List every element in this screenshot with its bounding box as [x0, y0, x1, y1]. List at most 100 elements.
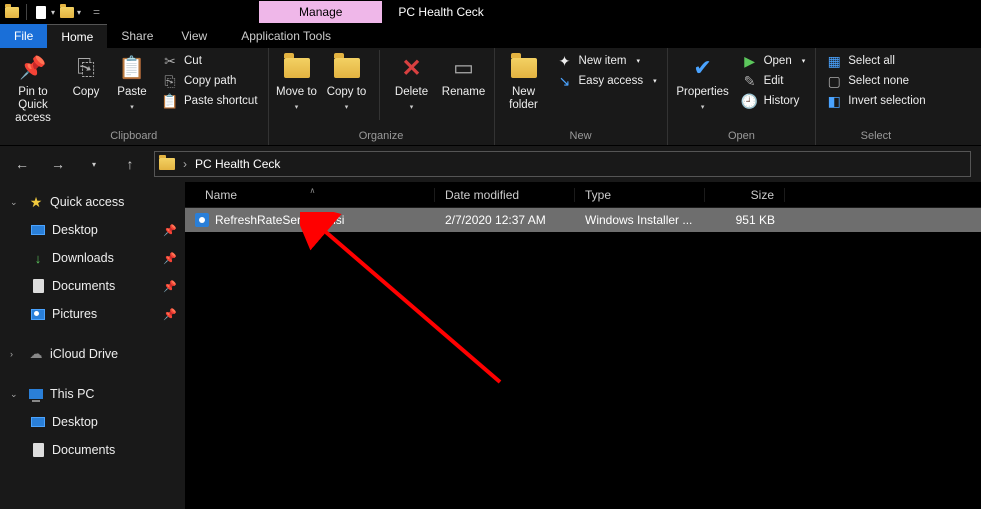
rename-icon: ▭	[450, 54, 478, 82]
pin-icon: 📌	[163, 308, 177, 321]
copy-path-button[interactable]: ⎘Copy path	[158, 72, 262, 90]
invert-selection-button[interactable]: ◧Invert selection	[822, 92, 929, 110]
new-item-icon: ✦	[557, 53, 573, 69]
column-header-date[interactable]: Date modified	[435, 188, 575, 202]
invert-selection-icon: ◧	[826, 93, 842, 109]
file-date: 2/7/2020 12:37 AM	[435, 213, 575, 227]
ribbon-group-select: ▦Select all ▢Select none ◧Invert selecti…	[816, 48, 935, 145]
documents-icon	[30, 442, 46, 458]
copy-icon: ⎘	[72, 54, 100, 82]
sidebar-quick-access[interactable]: ⌄ ★ Quick access	[0, 188, 185, 216]
paste-shortcut-button[interactable]: 📋Paste shortcut	[158, 92, 262, 110]
tab-file[interactable]: File	[0, 24, 47, 48]
new-folder-button[interactable]: New folder	[501, 50, 547, 112]
path-separator: ›	[183, 157, 187, 171]
column-header-type[interactable]: Type	[575, 188, 705, 202]
delete-icon: ✕	[398, 54, 426, 82]
annotation-arrow	[300, 212, 530, 402]
column-header-name[interactable]: Name	[185, 188, 435, 202]
sidebar-desktop[interactable]: Desktop 📌	[0, 216, 185, 244]
new-folder-icon	[510, 54, 538, 82]
open-icon: ▶	[742, 53, 758, 69]
file-size: 951 KB	[705, 213, 785, 227]
pictures-icon	[30, 306, 46, 322]
column-headers: Name Date modified Type Size	[185, 182, 981, 208]
msi-icon	[195, 213, 209, 227]
navigation-bar: ← → ▾ ↑ › PC Health Ceck	[0, 146, 981, 182]
file-list: Name Date modified Type Size RefreshRate…	[185, 182, 981, 509]
main-area: ⌄ ★ Quick access Desktop 📌 Downloads 📌 D…	[0, 182, 981, 509]
select-none-button[interactable]: ▢Select none	[822, 72, 929, 90]
paste-button[interactable]: 📋 Paste ▾	[112, 50, 152, 111]
up-button[interactable]: ↑	[118, 152, 142, 176]
desktop-icon	[30, 414, 46, 430]
open-button[interactable]: ▶Open▾	[738, 52, 810, 70]
cloud-icon	[28, 346, 44, 362]
copy-to-icon	[333, 54, 361, 82]
collapse-icon[interactable]: ⌄	[10, 197, 22, 208]
ribbon-group-open: ✔ Properties ▾ ▶Open▾ ✎Edit 🕘History Ope…	[668, 48, 817, 145]
pin-icon: 📌	[163, 280, 177, 293]
pin-to-quick-access-button[interactable]: 📌 Pin to Quick access	[6, 50, 60, 125]
pc-icon	[28, 386, 44, 402]
ribbon: 📌 Pin to Quick access ⎘ Copy 📋 Paste ▾ ✂…	[0, 48, 981, 146]
ribbon-group-clipboard: 📌 Pin to Quick access ⎘ Copy 📋 Paste ▾ ✂…	[0, 48, 269, 145]
history-button[interactable]: 🕘History	[738, 92, 810, 110]
properties-button[interactable]: ✔ Properties ▾	[674, 50, 732, 111]
easy-access-button[interactable]: ↘Easy access▾	[553, 72, 661, 90]
pin-icon: 📌	[163, 252, 177, 265]
expand-icon[interactable]: ›	[10, 349, 22, 359]
new-item-button[interactable]: ✦New item▾	[553, 52, 661, 70]
tab-application-tools[interactable]: Application Tools	[227, 24, 345, 48]
documents-icon	[30, 278, 46, 294]
collapse-icon[interactable]: ⌄	[10, 389, 22, 400]
folder-icon	[159, 158, 175, 170]
navigation-pane: ⌄ ★ Quick access Desktop 📌 Downloads 📌 D…	[0, 182, 185, 509]
copy-to-button[interactable]: Copy to ▾	[325, 50, 369, 111]
paste-shortcut-icon: 📋	[162, 93, 178, 109]
downloads-icon	[30, 250, 46, 266]
file-row[interactable]: RefreshRateService.msi 2/7/2020 12:37 AM…	[185, 208, 981, 232]
properties-icon: ✔	[689, 54, 717, 82]
select-all-button[interactable]: ▦Select all	[822, 52, 929, 70]
chevron-down-icon[interactable]: ▾	[51, 8, 55, 17]
column-header-size[interactable]: Size	[705, 188, 785, 202]
file-type: Windows Installer ...	[575, 213, 705, 227]
pin-icon: 📌	[19, 54, 47, 82]
sidebar-pc-documents[interactable]: Documents	[0, 436, 185, 464]
file-name: RefreshRateService.msi	[215, 213, 344, 227]
move-to-button[interactable]: Move to ▾	[275, 50, 319, 111]
sidebar-this-pc[interactable]: ⌄ This PC	[0, 380, 185, 408]
chevron-down-icon[interactable]: ▾	[77, 8, 81, 17]
delete-button[interactable]: ✕ Delete ▾	[390, 50, 434, 111]
cut-button[interactable]: ✂Cut	[158, 52, 262, 70]
contextual-tab-manage[interactable]: Manage	[259, 1, 382, 23]
recent-locations-button[interactable]: ▾	[82, 152, 106, 176]
select-none-icon: ▢	[826, 73, 842, 89]
sidebar-downloads[interactable]: Downloads 📌	[0, 244, 185, 272]
qat-overflow-icon[interactable]: =	[93, 5, 100, 19]
rename-button[interactable]: ▭ Rename	[440, 50, 488, 99]
folder-open-icon[interactable]	[59, 4, 75, 20]
edit-icon: ✎	[742, 73, 758, 89]
sidebar-icloud-drive[interactable]: › iCloud Drive	[0, 340, 185, 368]
sidebar-pc-desktop[interactable]: Desktop	[0, 408, 185, 436]
back-button[interactable]: ←	[10, 152, 34, 176]
clipboard-icon: 📋	[118, 54, 146, 82]
folder-icon	[4, 4, 20, 20]
desktop-icon	[30, 222, 46, 238]
sidebar-documents[interactable]: Documents 📌	[0, 272, 185, 300]
copy-path-icon: ⎘	[162, 73, 178, 89]
address-path: PC Health Ceck	[195, 157, 280, 171]
tab-view[interactable]: View	[167, 24, 221, 48]
address-bar[interactable]: › PC Health Ceck	[154, 151, 971, 177]
edit-button[interactable]: ✎Edit	[738, 72, 810, 90]
move-to-icon	[283, 54, 311, 82]
file-icon[interactable]	[33, 4, 49, 20]
tab-home[interactable]: Home	[47, 24, 107, 48]
tab-share[interactable]: Share	[107, 24, 167, 48]
copy-button[interactable]: ⎘ Copy	[66, 50, 106, 99]
sidebar-pictures[interactable]: Pictures 📌	[0, 300, 185, 328]
quick-access-toolbar: ▾ ▾ =	[0, 4, 104, 20]
forward-button[interactable]: →	[46, 152, 70, 176]
